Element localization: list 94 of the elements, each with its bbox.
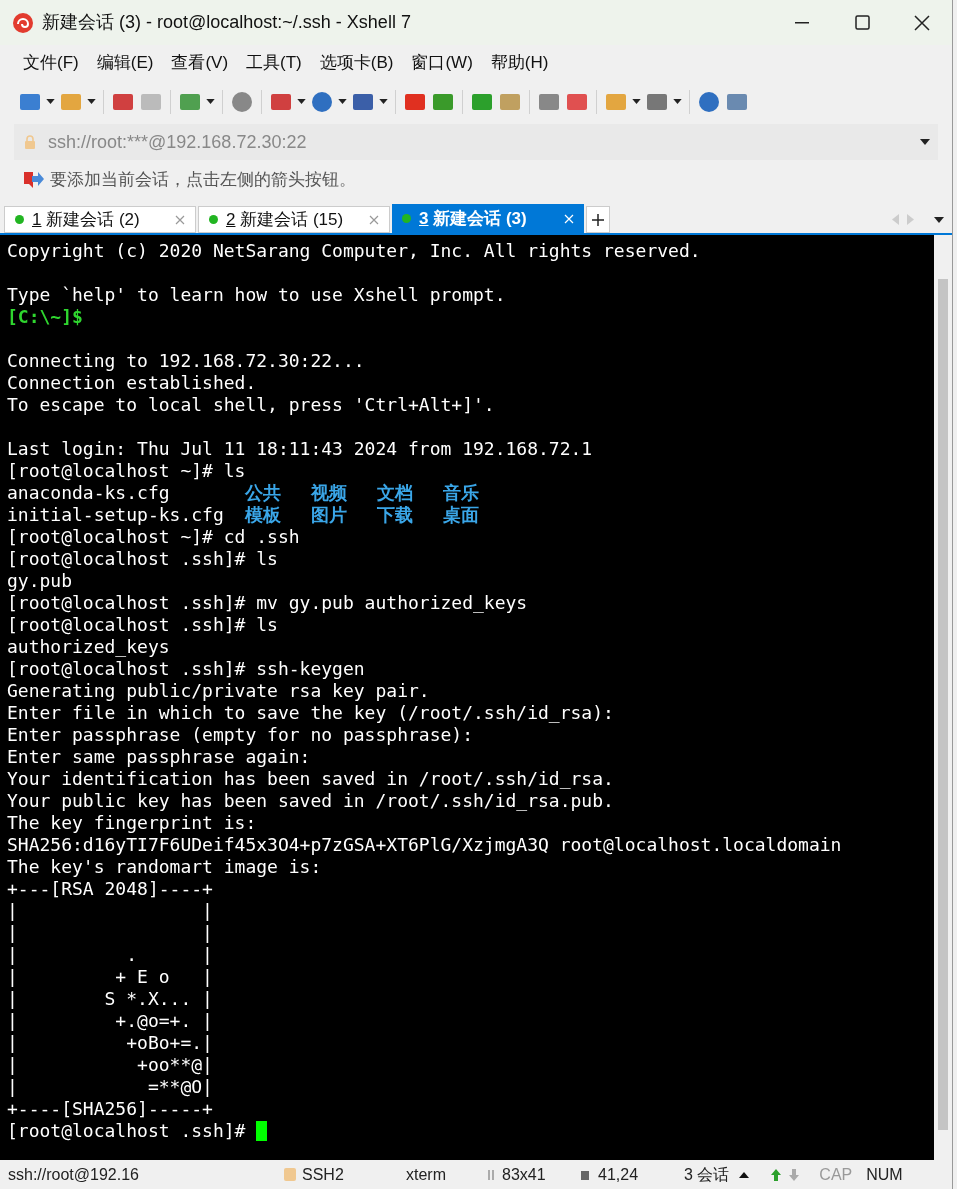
terminal-text: | =**@O| [7, 1076, 213, 1098]
terminal-text: +---[RSA 2048]----+ [7, 878, 213, 900]
menu-item[interactable]: 编辑(E) [87, 50, 163, 76]
directory-name: 音乐 [443, 482, 481, 504]
terminal-text: | + E o | [7, 966, 213, 988]
terminal-text: To escape to local shell, press 'Ctrl+Alt+]'. [7, 394, 495, 416]
terminal-text: authorized_keys [7, 636, 170, 658]
terminal-text: gy.pub [7, 570, 73, 592]
caret-up-icon[interactable] [739, 1171, 750, 1178]
terminal-text: [root@localhost .ssh]# [7, 1120, 247, 1142]
close-tab-icon[interactable] [175, 214, 185, 225]
scrollbar[interactable] [934, 235, 952, 1160]
terminal-text: | +.@o=+. | [7, 1010, 213, 1032]
terminal-text: | S *.X... | [7, 988, 213, 1010]
tab-label: 3 新建会话 (3) [419, 207, 527, 230]
terminal-text: Last login: Thu Jul 11 18:11:43 2024 from 192.168.72.1 [7, 438, 593, 460]
caret-icon[interactable] [673, 99, 682, 104]
directory-name: 公共 [245, 482, 283, 504]
tab[interactable]: 1 新建会话 (2) [4, 206, 196, 233]
terminal-text: Type `help' to learn how to use Xshell prompt. [7, 284, 506, 306]
terminal-text: [root@localhost .ssh]# ls [7, 614, 278, 636]
terminal-text: Enter passphrase (empty for no passphrase): [7, 724, 473, 746]
window-title: 新建会话 (3) - root@localhost:~/.ssh - Xshell 7 [42, 11, 411, 34]
menu-item[interactable]: 窗口(W) [402, 50, 482, 76]
num-lock-indicator: NUM [866, 1164, 903, 1185]
resize-icon [486, 1168, 496, 1181]
maximize-icon[interactable] [854, 15, 870, 30]
terminal-text: [root@localhost .ssh]# ssh-keygen [7, 658, 365, 680]
app-logo-icon [12, 11, 34, 34]
terminal-text: [root@localhost .ssh]# mv gy.pub authorized_keys [7, 592, 528, 614]
caret-icon[interactable] [379, 99, 388, 104]
close-tab-icon[interactable] [369, 214, 379, 225]
caret-icon[interactable] [206, 99, 215, 104]
terminal-text: [root@localhost ~]# cd .ssh [7, 526, 300, 548]
terminal-text: [root@localhost .ssh]# ls [7, 548, 278, 570]
caret-icon[interactable] [632, 99, 641, 104]
terminal-text: Enter file in which to save the key (/root/.ssh/id_rsa): [7, 702, 614, 724]
size-text: 83x41 [502, 1164, 547, 1185]
bookmark-arrow-icon[interactable] [22, 170, 44, 190]
menu-item[interactable]: 查看(V) [162, 50, 238, 76]
arrow-up-icon [771, 1168, 782, 1181]
dropdown-arrow-icon[interactable] [934, 216, 944, 223]
tab-label: 2 新建会话 (15) [226, 208, 344, 231]
terminal-text: Copyright (c) 2020 NetSarang Computer, Inc. All rights reserved. [7, 240, 701, 262]
terminal-text: initial-setup-ks.cfg [7, 504, 225, 526]
directory-name: 桌面 [443, 504, 481, 526]
tab[interactable]: 2 新建会话 (15) [198, 206, 390, 233]
arrow-down-icon [789, 1168, 800, 1181]
terminal-text: Connection established. [7, 372, 257, 394]
caps-lock-indicator: CAP [819, 1164, 853, 1185]
terminal-text: SHA256:d16yTI7F6UDeif45x3O4+p7zGSA+XT6PlG/XzjmgA3Q root@localhost.localdomain [7, 834, 842, 856]
terminal-text: | +oo**@| [7, 1054, 213, 1076]
menu-item[interactable]: 文件(F) [14, 50, 88, 76]
terminal-text: anaconda-ks.cfg [7, 482, 171, 504]
caret-icon[interactable] [87, 99, 96, 104]
menu-item[interactable]: 工具(T) [237, 50, 311, 76]
terminal-text: | +oBo+=.| [7, 1032, 213, 1054]
terminal-text: Your public key has been saved in /root/.ssh/id_rsa.pub. [7, 790, 614, 812]
session-count-text: 3 会话 [684, 1164, 730, 1185]
text-cursor [256, 1121, 268, 1141]
protocol-text: SSH2 [302, 1164, 345, 1185]
directory-name: 文档 [377, 482, 415, 504]
terminal-text: The key's randomart image is: [7, 856, 322, 878]
new-tab-button[interactable] [586, 206, 610, 233]
terminal-text: | | [7, 922, 213, 944]
directory-name: 图片 [311, 504, 349, 526]
terminal-type-text: xterm [406, 1164, 447, 1185]
connection-text: ssh://root@192.16 [7, 1164, 140, 1185]
terminal-text: Enter same passphrase again: [7, 746, 311, 768]
shell-prompt: [C:\~]$ [7, 306, 83, 328]
position-text: 41,24 [598, 1164, 640, 1185]
close-icon[interactable] [914, 14, 930, 31]
plus-icon[interactable] [592, 213, 604, 226]
terminal-text: | . | [7, 944, 213, 966]
minimize-icon[interactable] [795, 21, 809, 24]
terminal-text: | | [7, 900, 213, 922]
terminal-text: The key fingerprint is: [7, 812, 257, 834]
directory-name: 下载 [377, 504, 415, 526]
terminal-text: Your identification has been saved in /root/.ssh/id_rsa. [7, 768, 614, 790]
tab[interactable]: 3 新建会话 (3) [392, 204, 584, 233]
caret-icon[interactable] [297, 99, 306, 104]
tab-label: 1 新建会话 (2) [32, 208, 140, 231]
menu-item[interactable]: 选项卡(B) [310, 50, 403, 76]
directory-name: 模板 [245, 504, 283, 526]
hint-text: 要添加当前会话，点击左侧的箭头按钮。 [50, 169, 356, 192]
menu-item[interactable]: 帮助(H) [481, 50, 558, 76]
caret-icon[interactable] [46, 99, 55, 104]
dropdown-arrow-icon[interactable] [920, 139, 930, 145]
terminal-text: [root@localhost ~]# ls [7, 460, 246, 482]
terminal-text: Connecting to 192.168.72.30:22... [7, 350, 365, 372]
directory-name: 视频 [311, 482, 349, 504]
terminal-text: +----[SHA256]-----+ [7, 1098, 213, 1120]
caret-icon[interactable] [338, 99, 347, 104]
terminal-text: Generating public/private rsa key pair. [7, 680, 430, 702]
